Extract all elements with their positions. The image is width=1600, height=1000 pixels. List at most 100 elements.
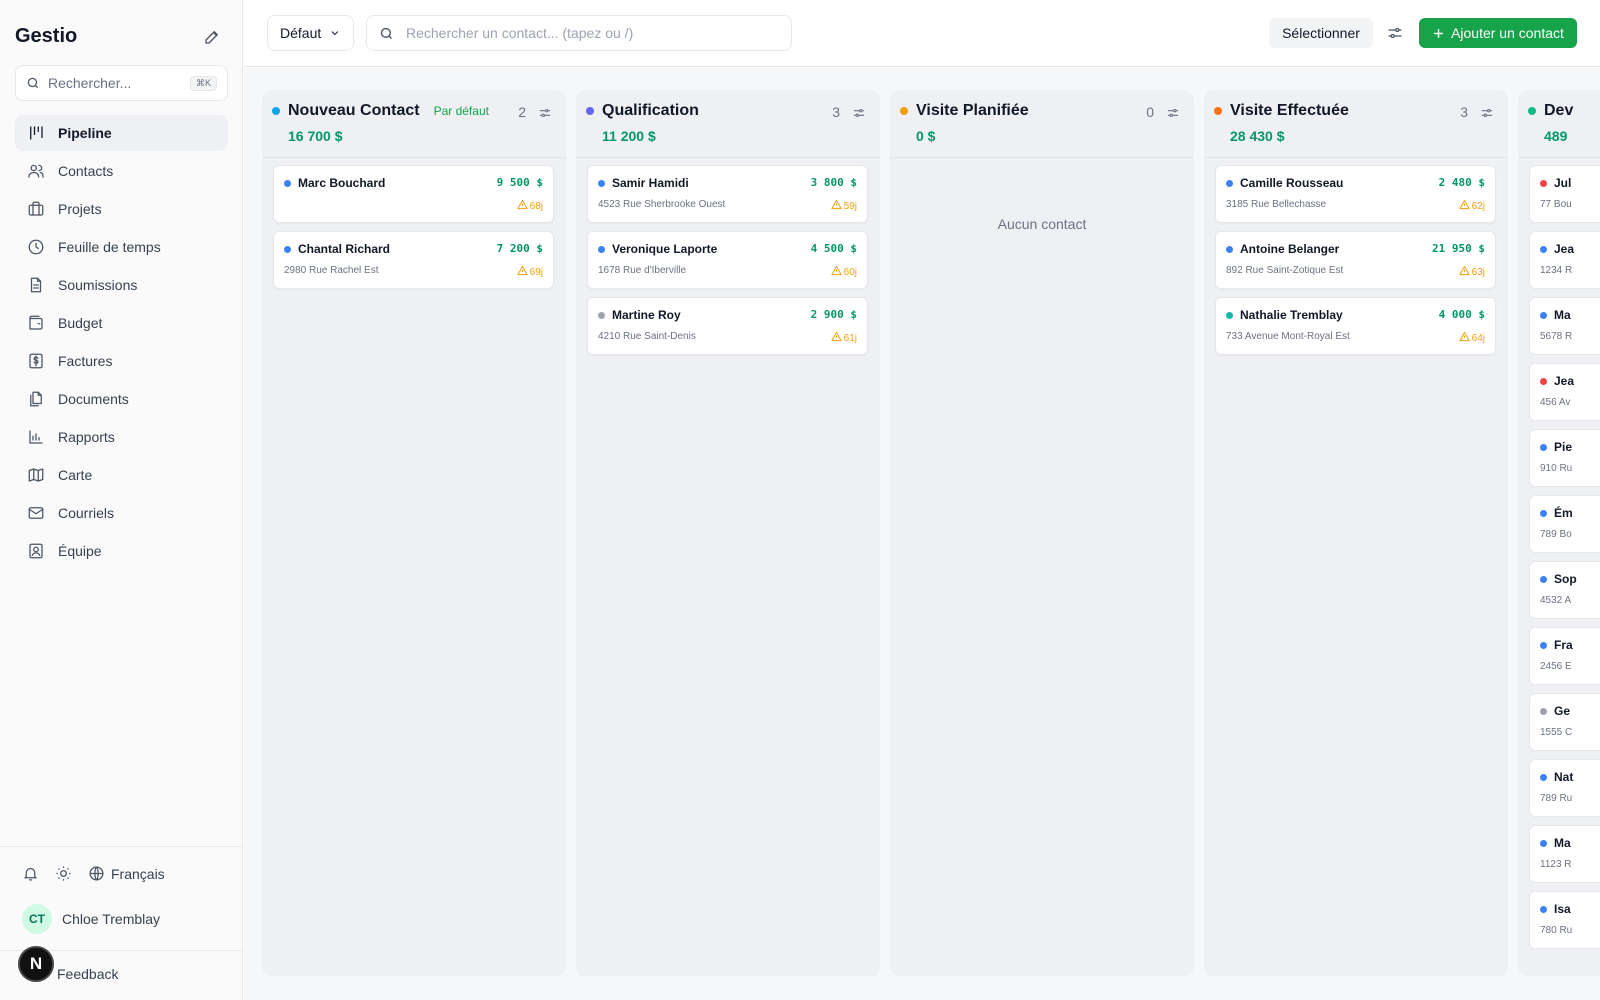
contact-card[interactable]: Nathalie Tremblay 4 000 $ 733 Avenue Mont-… — [1215, 297, 1496, 355]
contact-name: Veronique Laporte — [612, 242, 718, 256]
status-dot — [1540, 575, 1547, 583]
contact-name: Jea — [1554, 374, 1575, 388]
user-profile[interactable]: CT Chloe Tremblay — [22, 904, 160, 934]
team-icon — [26, 541, 46, 561]
filter-sliders-icon[interactable] — [1386, 24, 1404, 42]
default-badge: Par défaut — [433, 104, 489, 118]
column-total: 11 200 $ — [602, 128, 656, 144]
contact-name: Camille Rousseau — [1240, 176, 1344, 190]
contact-amount: 2 480 $ — [1438, 176, 1485, 189]
contact-card[interactable]: Fra 2456 E — [1529, 627, 1600, 685]
contact-address: 1123 R — [1540, 859, 1572, 870]
warning-icon — [517, 199, 528, 213]
contact-card[interactable]: Isa 780 Ru — [1529, 891, 1600, 949]
dev-tools-badge[interactable]: N — [18, 946, 54, 982]
language-selector[interactable]: Français — [88, 865, 165, 882]
sidebar-item-documents[interactable]: Documents — [15, 381, 228, 417]
sidebar-item-courriels[interactable]: Courriels — [15, 495, 228, 531]
column-total: 16 700 $ — [288, 128, 343, 144]
column-filter-icon[interactable] — [852, 106, 866, 120]
column-title: Dev — [1544, 102, 1574, 119]
empty-column-text: Aucun contact — [997, 216, 1087, 232]
column-count: 3 — [1460, 104, 1468, 120]
contact-card[interactable]: Samir Hamidi 3 800 $ 4523 Rue Sherbrooke O… — [587, 165, 868, 223]
contact-card[interactable]: Ma 1123 R — [1529, 825, 1600, 883]
contact-card[interactable]: Pie 910 Ru — [1529, 429, 1600, 487]
column-filter-icon[interactable] — [1166, 106, 1180, 120]
sidebar-item-label: Pipeline — [58, 125, 112, 141]
age-days: 63j — [1471, 266, 1485, 278]
stage-dot — [1528, 107, 1536, 115]
pipeline-column: Visite Effectuée 28 430 $ 3 Camille Roussea… — [1204, 90, 1508, 976]
contact-card[interactable]: Ém 789 Bo — [1529, 495, 1600, 553]
contact-card[interactable]: Ma 5678 R — [1529, 297, 1600, 355]
view-select[interactable]: Défaut — [267, 15, 354, 51]
view-select-value: Défaut — [280, 25, 322, 41]
warning-icon — [1459, 199, 1470, 213]
sidebar-item-feuille-de-temps[interactable]: Feuille de temps — [15, 229, 228, 265]
contact-name: Nathalie Tremblay — [1240, 308, 1343, 322]
sidebar-item-label: Projets — [58, 201, 102, 217]
sidebar-item-label: Contacts — [58, 163, 114, 179]
age-warning: 59j — [831, 199, 857, 213]
column-count: 2 — [518, 104, 526, 120]
contact-amount: 2 900 $ — [810, 308, 857, 321]
warning-icon — [831, 265, 842, 279]
contact-card[interactable]: Ge 1555 C — [1529, 693, 1600, 751]
sidebar-item-factures[interactable]: Factures — [15, 343, 228, 379]
sidebar-item-pipeline[interactable]: Pipeline — [15, 115, 228, 151]
age-warning: 61j — [831, 331, 857, 345]
contact-name: Marc Bouchard — [298, 176, 386, 190]
contact-card[interactable]: Antoine Belanger 21 950 $ 892 Rue Saint-Zo… — [1215, 231, 1496, 289]
sidebar-item-label: Documents — [58, 391, 129, 407]
status-dot — [1540, 509, 1547, 517]
sidebar-item-equipe[interactable]: Équipe — [15, 533, 228, 569]
contact-address: 1555 C — [1540, 727, 1573, 738]
select-button[interactable]: Sélectionner — [1269, 18, 1373, 48]
contact-name: Sop — [1554, 572, 1577, 586]
edit-icon[interactable] — [203, 28, 221, 46]
stage-dot — [900, 107, 908, 115]
mail-icon — [26, 503, 46, 523]
pipeline-column: Nouveau Contact Par défaut 16 700 $ 2 Marc B… — [262, 90, 566, 976]
contact-card[interactable]: Jea 456 Av — [1529, 363, 1600, 421]
contact-address: 456 Av — [1540, 397, 1571, 408]
status-dot — [1540, 245, 1547, 253]
column-header: Qualification 11 200 $ 3 — [576, 90, 880, 158]
sidebar-item-budget[interactable]: Budget — [15, 305, 228, 341]
column-filter-icon[interactable] — [538, 106, 552, 120]
contact-amount: 4 000 $ — [1438, 308, 1485, 321]
age-days: 68j — [529, 200, 543, 212]
contact-card[interactable]: Martine Roy 2 900 $ 4210 Rue Saint-Denis 61… — [587, 297, 868, 355]
sidebar-item-rapports[interactable]: Rapports — [15, 419, 228, 455]
add-contact-button[interactable]: Ajouter un contact — [1419, 18, 1577, 48]
contact-card[interactable]: Sop 4532 A — [1529, 561, 1600, 619]
feedback-link[interactable]: Feedback — [57, 966, 118, 982]
contact-search-input[interactable]: Rechercher un contact... (tapez ou /) — [366, 15, 792, 51]
sidebar-item-soumissions[interactable]: Soumissions — [15, 267, 228, 303]
contact-card[interactable]: Veronique Laporte 4 500 $ 1678 Rue d'Iberv… — [587, 231, 868, 289]
theme-sun-icon[interactable] — [55, 865, 72, 882]
column-total: 0 $ — [916, 128, 936, 144]
wallet-icon — [26, 313, 46, 333]
sidebar-item-contacts[interactable]: Contacts — [15, 153, 228, 189]
age-warning: 64j — [1459, 331, 1485, 345]
status-dot — [1540, 905, 1547, 913]
sidebar-item-projets[interactable]: Projets — [15, 191, 228, 227]
contact-card[interactable]: Camille Rousseau 2 480 $ 3185 Rue Bellecha… — [1215, 165, 1496, 223]
contact-name: Jul — [1554, 176, 1572, 190]
status-dot — [1540, 839, 1547, 847]
sidebar-search-input[interactable]: Rechercher... ⌘K — [15, 65, 228, 101]
column-filter-icon[interactable] — [1480, 106, 1494, 120]
contact-card[interactable]: Nat 789 Ru — [1529, 759, 1600, 817]
contact-card[interactable]: Jul 77 Bou — [1529, 165, 1600, 223]
contact-card[interactable]: Jea 1234 R — [1529, 231, 1600, 289]
contact-search-placeholder: Rechercher un contact... (tapez ou /) — [406, 25, 634, 41]
contact-address: 910 Ru — [1540, 463, 1573, 474]
sidebar-item-carte[interactable]: Carte — [15, 457, 228, 493]
bell-icon[interactable] — [22, 865, 39, 882]
contact-card[interactable]: Chantal Richard 7 200 $ 2980 Rue Rachel Es… — [273, 231, 554, 289]
contact-name: Ge — [1554, 704, 1571, 718]
column-header: Nouveau Contact Par défaut 16 700 $ 2 — [262, 90, 566, 158]
contact-card[interactable]: Marc Bouchard 9 500 $ 68j — [273, 165, 554, 223]
